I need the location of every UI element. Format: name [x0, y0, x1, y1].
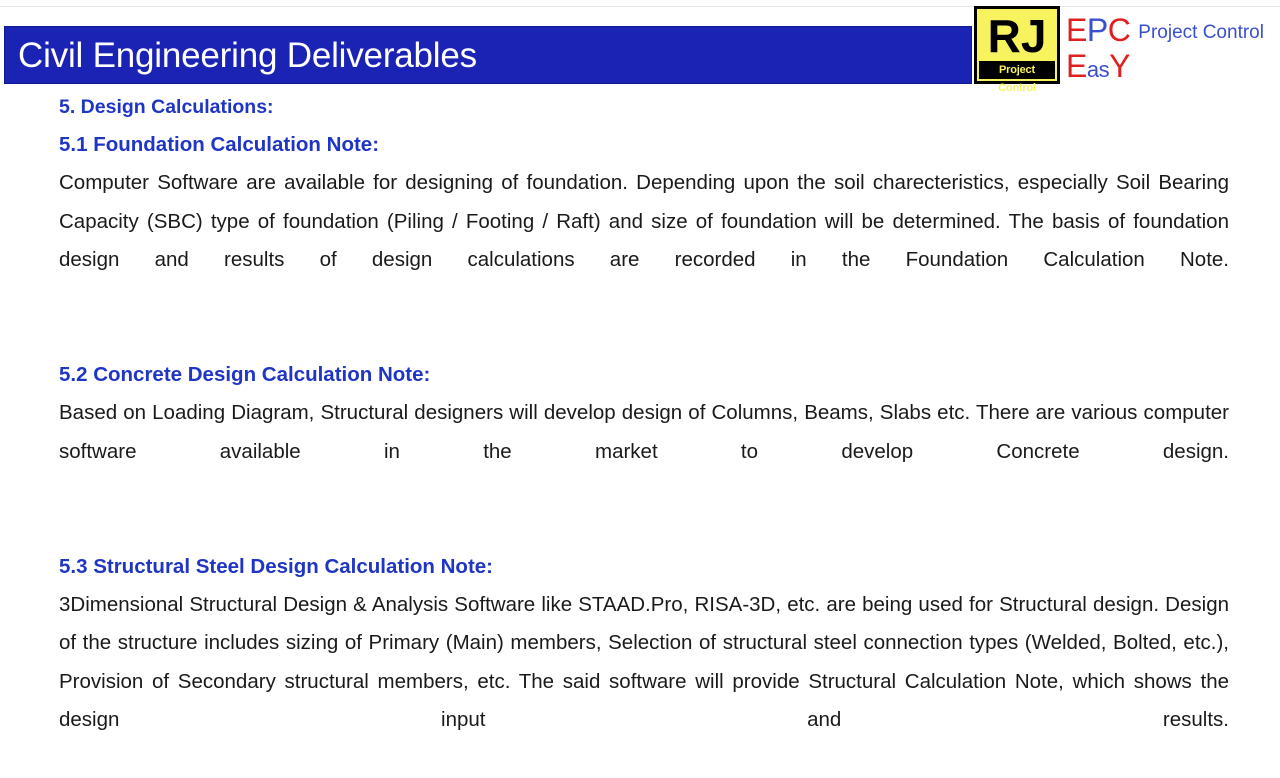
slide-root: Civil Engineering Deliverables RJ Projec…	[0, 0, 1280, 720]
section-5-3: 5.3 Structural Steel Design Calculation …	[59, 548, 1229, 778]
rj-logo-subtext: Project Control	[979, 61, 1055, 79]
page-title: Civil Engineering Deliverables	[5, 38, 477, 73]
section-5-2: 5.2 Concrete Design Calculation Note: Ba…	[59, 356, 1229, 510]
brand-line-epc: EPC Project Control	[1066, 14, 1264, 46]
epc-letter-c: C	[1108, 12, 1131, 48]
epc-letter-p: P	[1087, 12, 1108, 48]
rj-logo-initials: RJ	[977, 7, 1057, 65]
easy-letter-e: E	[1066, 48, 1087, 84]
epc-wordmark: EPC	[1066, 12, 1130, 48]
section-body-5-1: Computer Software are available for desi…	[59, 164, 1229, 318]
section-gap-2	[59, 510, 1229, 548]
section-body-5-3: 3Dimensional Structural Design & Analysi…	[59, 586, 1229, 778]
section-5-1: 5.1 Foundation Calculation Note: Compute…	[59, 126, 1229, 318]
slide-body: 5. Design Calculations: 5.1 Foundation C…	[59, 88, 1229, 778]
easy-letter-y: Y	[1109, 48, 1130, 84]
section-heading-5-3: 5.3 Structural Steel Design Calculation …	[59, 548, 1229, 586]
epc-letter-e: E	[1066, 12, 1087, 48]
section-body-5-2: Based on Loading Diagram, Structural des…	[59, 394, 1229, 510]
brand-logo: RJ Project Control EPC Project Control Ea…	[974, 4, 1274, 86]
easy-letters-as: as	[1087, 57, 1109, 82]
section-gap-1	[59, 318, 1229, 356]
section-heading-5: 5. Design Calculations:	[59, 88, 1229, 126]
easy-wordmark: EasY	[1066, 48, 1130, 84]
brand-wordmark: EPC Project Control EasY	[1066, 8, 1276, 86]
section-heading-5-2: 5.2 Concrete Design Calculation Note:	[59, 356, 1229, 394]
brand-tagline: Project Control	[1138, 22, 1264, 43]
slide-title-banner: Civil Engineering Deliverables	[4, 26, 972, 84]
rj-logo-icon: RJ Project Control	[974, 6, 1060, 84]
brand-line-easy: EasY	[1066, 50, 1130, 82]
section-heading-5-1: 5.1 Foundation Calculation Note:	[59, 126, 1229, 164]
